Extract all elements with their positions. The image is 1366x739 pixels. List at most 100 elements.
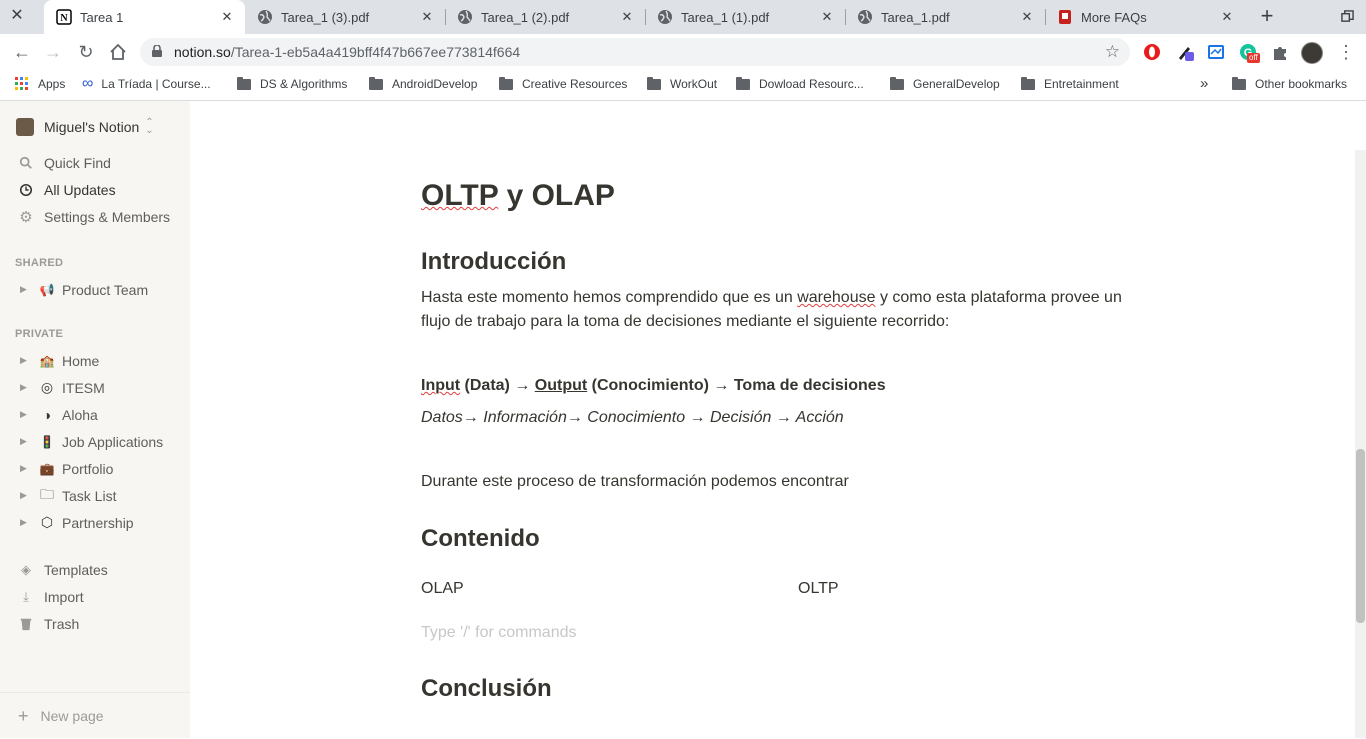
traffic-icon: 🚦 [39, 434, 55, 449]
sidebar-item-job-applications[interactable]: ▶ 🚦 Job Applications [0, 428, 190, 455]
sidebar-item-label: Partnership [62, 514, 134, 531]
templates[interactable]: ◈ Templates [0, 556, 190, 583]
close-tab-icon[interactable]: ✕ [819, 9, 835, 25]
sidebar-item-task-list[interactable]: ▶ 🗀 Task List [0, 482, 190, 509]
workspace-switcher[interactable]: Miguel's Notion ⌃ ⌄ [16, 118, 154, 136]
tab-pdf[interactable]: Tarea_1.pdf ✕ [845, 0, 1045, 34]
column-left-olap[interactable]: OLAP [421, 577, 464, 601]
expand-triangle-icon[interactable]: ▶ [20, 517, 30, 528]
bookmark-androiddevelop[interactable]: AndroidDevelop [369, 76, 478, 91]
close-tab-icon[interactable]: ✕ [1019, 9, 1035, 25]
bookmark-dowload-resources[interactable]: Dowload Resourc... [736, 76, 864, 91]
scrollbar-thumb[interactable] [1356, 449, 1365, 623]
bookmark-label: Dowload Resourc... [759, 77, 864, 91]
close-tab-icon[interactable]: ✕ [219, 9, 235, 25]
bookmark-label: Creative Resources [522, 77, 628, 91]
heading-conclusion[interactable]: Conclusión [421, 675, 552, 703]
sidebar-item-product-team[interactable]: ▶ 📢 Product Team [0, 276, 190, 303]
bookmark-generaldevelop[interactable]: GeneralDevelop [890, 76, 1000, 91]
restore-window-icon[interactable] [1341, 10, 1354, 23]
puzzle-extensions-icon[interactable] [1271, 43, 1289, 61]
tab-pdf-1[interactable]: Tarea_1 (1).pdf ✕ [645, 0, 845, 34]
expand-triangle-icon[interactable]: ▶ [20, 490, 30, 501]
expand-triangle-icon[interactable]: ▶ [20, 355, 30, 366]
back-arrow-icon[interactable]: ← [10, 40, 34, 64]
heading-contenido[interactable]: Contenido [421, 525, 540, 553]
more-bookmarks-button[interactable]: » [1200, 75, 1208, 92]
home-icon[interactable] [109, 43, 127, 61]
sidebar-item-label: Home [62, 352, 100, 369]
quick-find[interactable]: Quick Find [0, 149, 190, 176]
bookmark-label: Entretainment [1044, 77, 1119, 91]
scrollbar-track[interactable] [1355, 150, 1366, 738]
import[interactable]: ⤓ Import [0, 583, 190, 610]
bookmark-la-triada[interactable]: ∞ La Tríada | Course... [82, 76, 211, 92]
screen-extension-icon[interactable] [1207, 43, 1225, 61]
package-icon: ⬡ [40, 514, 54, 530]
settings-members[interactable]: ⚙ Settings & Members [0, 203, 190, 230]
expand-triangle-icon[interactable]: ▶ [20, 409, 30, 420]
notion-icon: N [56, 9, 72, 25]
folder-icon [1021, 76, 1035, 90]
menu-kebab-icon[interactable]: ⋮ [1337, 41, 1355, 63]
tab-pdf-3[interactable]: Tarea_1 (3).pdf ✕ [245, 0, 445, 34]
bookmark-apps[interactable]: Apps [15, 77, 65, 91]
expand-triangle-icon[interactable]: ▶ [20, 284, 30, 295]
tab-tarea-1[interactable]: N Tarea 1 ✕ [44, 0, 245, 34]
transform-paragraph[interactable]: Durante este proceso de transformación p… [421, 470, 849, 494]
chain-line[interactable]: Datos→ Información→ Conocimiento → Decis… [421, 406, 844, 430]
bookmark-label: AndroidDevelop [392, 77, 478, 91]
bookmark-workout[interactable]: WorkOut [647, 76, 717, 91]
bookmark-label: Apps [38, 77, 66, 91]
close-tab-icon[interactable]: ✕ [1219, 9, 1235, 25]
heading-introduccion[interactable]: Introducción [421, 248, 566, 276]
sidebar-item-portfolio[interactable]: ▶ 💼 Portfolio [0, 455, 190, 482]
bookmark-creative-resources[interactable]: Creative Resources [499, 76, 628, 91]
shared-section-label: SHARED [15, 257, 64, 269]
close-window-icon[interactable]: ✕ [9, 8, 25, 24]
sidebar-item-label: ITESM [62, 379, 105, 396]
bookmark-other[interactable]: Other bookmarks [1232, 76, 1347, 91]
trash[interactable]: Trash [0, 610, 190, 637]
flow-end: (Conocimiento) → Toma de decisiones [587, 377, 886, 394]
close-tab-icon[interactable]: ✕ [619, 9, 635, 25]
empty-block-placeholder[interactable]: Type '/' for commands [421, 621, 577, 645]
address-bar[interactable]: notion.so/Tarea-1-eb5a4a419bff4f47b667ee… [140, 38, 1130, 66]
reload-icon[interactable]: ↻ [74, 40, 98, 64]
expand-triangle-icon[interactable]: ▶ [20, 382, 30, 393]
tab-more-faqs[interactable]: More FAQs ✕ [1045, 0, 1245, 34]
shapes-icon: ◈ [21, 561, 31, 577]
sidebar-item-partnership[interactable]: ▶ ⬡ Partnership [0, 509, 190, 536]
plus-icon: + [18, 705, 29, 726]
sidebar-item-aloha[interactable]: ▶ ◑ Aloha [0, 401, 190, 428]
sidebar-item-home[interactable]: ▶ 🏫 Home [0, 347, 190, 374]
column-right-oltp[interactable]: OLTP [798, 577, 839, 601]
folder-icon [890, 76, 904, 90]
intro-paragraph[interactable]: Hasta este momento hemos comprendido que… [421, 286, 1131, 334]
bookmark-entretainment[interactable]: Entretainment [1021, 76, 1119, 91]
tab-pdf-2[interactable]: Tarea_1 (2).pdf ✕ [445, 0, 645, 34]
megaphone-icon: 📢 [39, 282, 55, 297]
expand-triangle-icon[interactable]: ▶ [20, 463, 30, 474]
bookmark-ds-algorithms[interactable]: DS & Algorithms [237, 76, 347, 91]
profile-avatar[interactable] [1301, 42, 1323, 64]
pen-extension-icon[interactable] [1176, 43, 1194, 61]
close-tab-icon[interactable]: ✕ [419, 9, 435, 25]
page-title[interactable]: OLTP y OLAP [421, 179, 615, 213]
notion-sidebar: Miguel's Notion ⌃ ⌄ Quick Find All Update… [0, 101, 190, 738]
grammarly-extension-icon[interactable]: G off [1239, 43, 1260, 63]
new-page-button[interactable]: + New page [0, 692, 190, 739]
forward-arrow-icon[interactable]: → [41, 40, 65, 64]
expand-triangle-icon[interactable]: ▶ [20, 436, 30, 447]
flow-line[interactable]: Input (Data) → Output (Conocimiento) → T… [421, 374, 886, 398]
all-updates[interactable]: All Updates [0, 176, 190, 203]
bookmark-star-icon[interactable]: ☆ [1105, 42, 1120, 62]
sidebar-item-label: All Updates [44, 181, 116, 198]
sidebar-item-label: Trash [44, 615, 80, 632]
opera-extension-icon[interactable] [1143, 43, 1161, 61]
intro-text-a: Hasta este momento hemos comprendido que… [421, 289, 798, 306]
faq-icon [1059, 10, 1071, 24]
workspace-name: Miguel's Notion [44, 119, 140, 135]
sidebar-item-itesm[interactable]: ▶ ◎ ITESM [0, 374, 190, 401]
new-tab-icon[interactable]: + [1256, 5, 1278, 27]
